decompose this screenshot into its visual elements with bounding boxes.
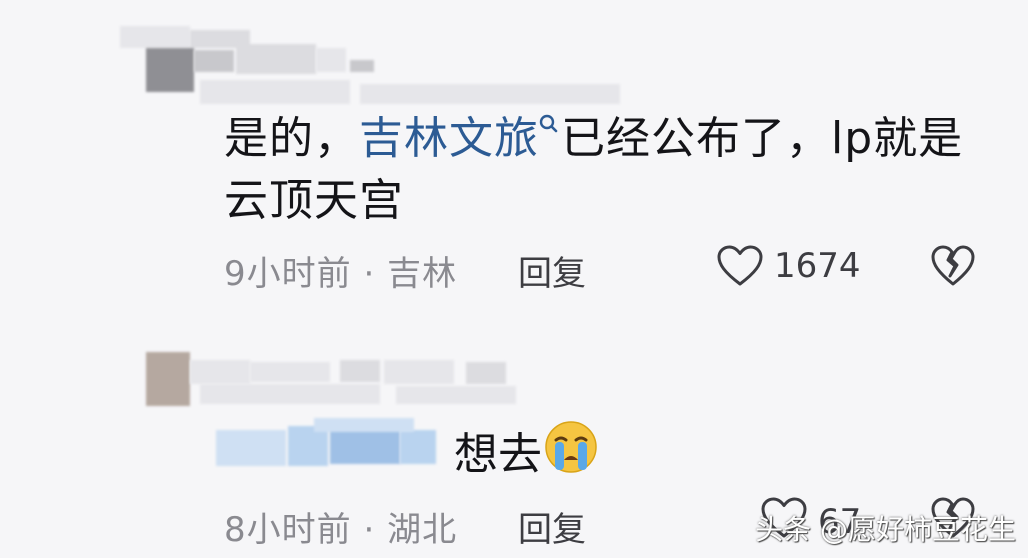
comment2-reply-button[interactable]: 回复 <box>518 502 586 551</box>
watermark: 头条 @愿好柿豆花生 <box>755 513 1016 546</box>
comment1-text: 是的，吉林文旅 已经公布了，lp就是云顶天宫 <box>224 108 984 232</box>
pixelated-block <box>330 428 400 464</box>
comment2-meta: 8小时前 · 湖北 <box>224 502 457 551</box>
comment1-reply-button[interactable]: 回复 <box>518 246 586 295</box>
pixelated-block <box>200 80 350 104</box>
pixelated-block <box>340 360 380 382</box>
pixelated-block <box>360 84 620 104</box>
search-icon[interactable] <box>539 108 561 148</box>
comment1-like-count: 1674 <box>774 246 861 286</box>
comment2-avatar[interactable] <box>146 352 190 406</box>
pixelated-block <box>288 426 328 466</box>
comment1-avatar[interactable] <box>146 48 194 92</box>
pixelated-block <box>466 362 506 384</box>
pixelated-block <box>400 430 436 464</box>
pixelated-block <box>350 60 374 72</box>
pixelated-block <box>396 386 516 404</box>
comment1-time: 9小时前 <box>224 254 352 294</box>
pixelated-block <box>316 48 346 72</box>
pixelated-block <box>190 360 250 384</box>
pixelated-block <box>194 50 234 72</box>
crying-face-icon <box>544 420 598 478</box>
broken-heart-icon[interactable] <box>930 244 976 292</box>
comment1-text-prefix: 是的， <box>224 113 359 164</box>
comment1-hashtag-link[interactable]: 吉林文旅 <box>359 113 539 164</box>
pixelated-block <box>200 384 380 404</box>
comment2-location: 湖北 <box>387 510 458 550</box>
pixelated-block <box>250 362 330 382</box>
comment2-text: 想去 <box>454 429 542 480</box>
comment1-meta: 9小时前 · 吉林 <box>224 246 457 295</box>
heart-icon[interactable] <box>716 244 764 292</box>
separator-dot: · <box>363 510 388 550</box>
pixelated-block <box>236 44 316 74</box>
pixelated-block <box>216 430 286 466</box>
comment2-time: 8小时前 <box>224 510 352 550</box>
pixelated-block <box>384 360 454 384</box>
separator-dot: · <box>363 254 388 294</box>
pixelated-block <box>314 418 414 432</box>
comment1-location: 吉林 <box>387 254 458 294</box>
pixelated-block <box>120 26 190 48</box>
